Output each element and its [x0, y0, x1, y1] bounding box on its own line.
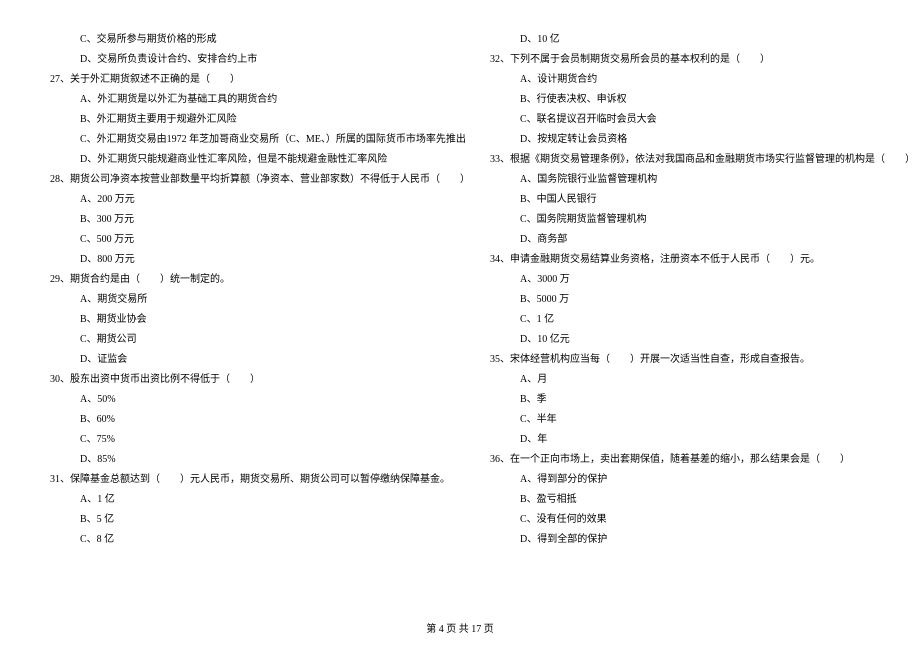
option-line: B、60% [40, 410, 440, 430]
question-line: 35、宋体经营机构应当每（ ）开展一次适当性自查，形成自查报告。 [480, 350, 880, 370]
option-line: A、3000 万 [480, 270, 880, 290]
option-line: B、期货业协会 [40, 310, 440, 330]
option-line: D、10 亿 [480, 30, 880, 50]
left-column: C、交易所参与期货价格的形成D、交易所负责设计合约、安排合约上市27、关于外汇期… [40, 30, 440, 550]
question-line: 30、股东出资中货币出资比例不得低于（ ） [40, 370, 440, 390]
question-line: 31、保障基金总额达到（ ）元人民币，期货交易所、期货公司可以暂停缴纳保障基金。 [40, 470, 440, 490]
option-line: A、得到部分的保护 [480, 470, 880, 490]
option-line: C、国务院期货监督管理机构 [480, 210, 880, 230]
question-line: 29、期货合约是由（ ）统一制定的。 [40, 270, 440, 290]
option-line: B、行使表决权、申诉权 [480, 90, 880, 110]
option-line: A、外汇期货是以外汇为基础工具的期货合约 [40, 90, 440, 110]
option-line: D、商务部 [480, 230, 880, 250]
page-footer: 第 4 页 共 17 页 [0, 620, 920, 635]
option-line: A、1 亿 [40, 490, 440, 510]
option-line: C、500 万元 [40, 230, 440, 250]
option-line: D、85% [40, 450, 440, 470]
option-line: C、半年 [480, 410, 880, 430]
option-line: A、200 万元 [40, 190, 440, 210]
option-line: C、期货公司 [40, 330, 440, 350]
option-line: B、盈亏相抵 [480, 490, 880, 510]
option-line: C、外汇期货交易由1972 年芝加哥商业交易所（C、ME、）所属的国际货币市场率… [40, 130, 440, 150]
right-column: D、10 亿32、下列不属于会员制期货交易所会员的基本权利的是（ ）A、设计期货… [480, 30, 880, 550]
option-line: B、5 亿 [40, 510, 440, 530]
question-line: 36、在一个正向市场上，卖出套期保值，随着基差的缩小，那么结果会是（ ） [480, 450, 880, 470]
option-line: C、交易所参与期货价格的形成 [40, 30, 440, 50]
exam-content: C、交易所参与期货价格的形成D、交易所负责设计合约、安排合约上市27、关于外汇期… [40, 30, 880, 550]
question-line: 33、根据《期货交易管理条例》，依法对我国商品和金融期货市场实行监督管理的机构是… [480, 150, 880, 170]
option-line: D、800 万元 [40, 250, 440, 270]
option-line: C、1 亿 [480, 310, 880, 330]
option-line: D、证监会 [40, 350, 440, 370]
question-line: 28、期货公司净资本按营业部数量平均折算额（净资本、营业部家数）不得低于人民币（… [40, 170, 440, 190]
option-line: C、75% [40, 430, 440, 450]
option-line: A、国务院银行业监督管理机构 [480, 170, 880, 190]
option-line: D、得到全部的保护 [480, 530, 880, 550]
option-line: B、中国人民银行 [480, 190, 880, 210]
option-line: A、月 [480, 370, 880, 390]
question-line: 32、下列不属于会员制期货交易所会员的基本权利的是（ ） [480, 50, 880, 70]
option-line: B、5000 万 [480, 290, 880, 310]
question-line: 34、申请金融期货交易结算业务资格，注册资本不低于人民币（ ）元。 [480, 250, 880, 270]
option-line: C、没有任何的效果 [480, 510, 880, 530]
option-line: A、期货交易所 [40, 290, 440, 310]
option-line: D、外汇期货只能规避商业性汇率风险，但是不能规避金融性汇率风险 [40, 150, 440, 170]
option-line: B、300 万元 [40, 210, 440, 230]
option-line: D、按规定转让会员资格 [480, 130, 880, 150]
option-line: C、联名提议召开临时会员大会 [480, 110, 880, 130]
option-line: C、8 亿 [40, 530, 440, 550]
option-line: D、年 [480, 430, 880, 450]
option-line: D、交易所负责设计合约、安排合约上市 [40, 50, 440, 70]
option-line: B、季 [480, 390, 880, 410]
option-line: A、设计期货合约 [480, 70, 880, 90]
option-line: A、50% [40, 390, 440, 410]
option-line: B、外汇期货主要用于规避外汇风险 [40, 110, 440, 130]
question-line: 27、关于外汇期货叙述不正确的是（ ） [40, 70, 440, 90]
option-line: D、10 亿元 [480, 330, 880, 350]
